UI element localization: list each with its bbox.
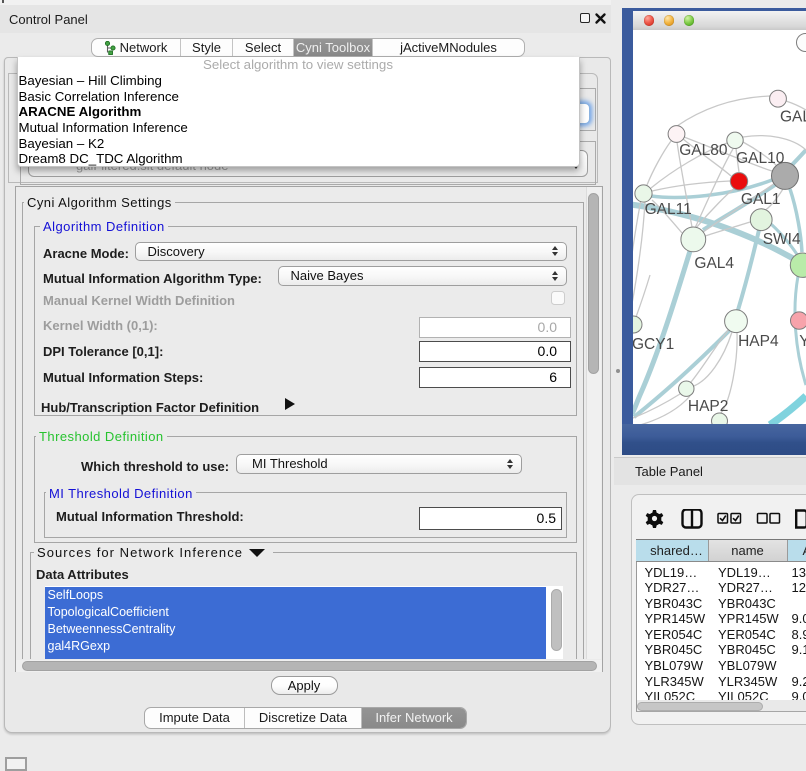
svg-text:HAP2: HAP2 (688, 398, 729, 415)
svg-text:GCY1: GCY1 (633, 336, 674, 353)
svg-text:GAL1: GAL1 (741, 191, 781, 208)
svg-text:SWI4: SWI4 (763, 231, 801, 248)
svg-text:HAP4: HAP4 (738, 333, 779, 350)
svg-text:GAL4: GAL4 (694, 255, 734, 272)
svg-text:GAL10: GAL10 (736, 150, 785, 167)
svg-text:GAL11: GAL11 (645, 201, 692, 218)
svg-text:GAL: GAL (780, 109, 806, 126)
svg-text:Y: Y (799, 333, 806, 350)
svg-text:GAL80: GAL80 (679, 142, 728, 159)
